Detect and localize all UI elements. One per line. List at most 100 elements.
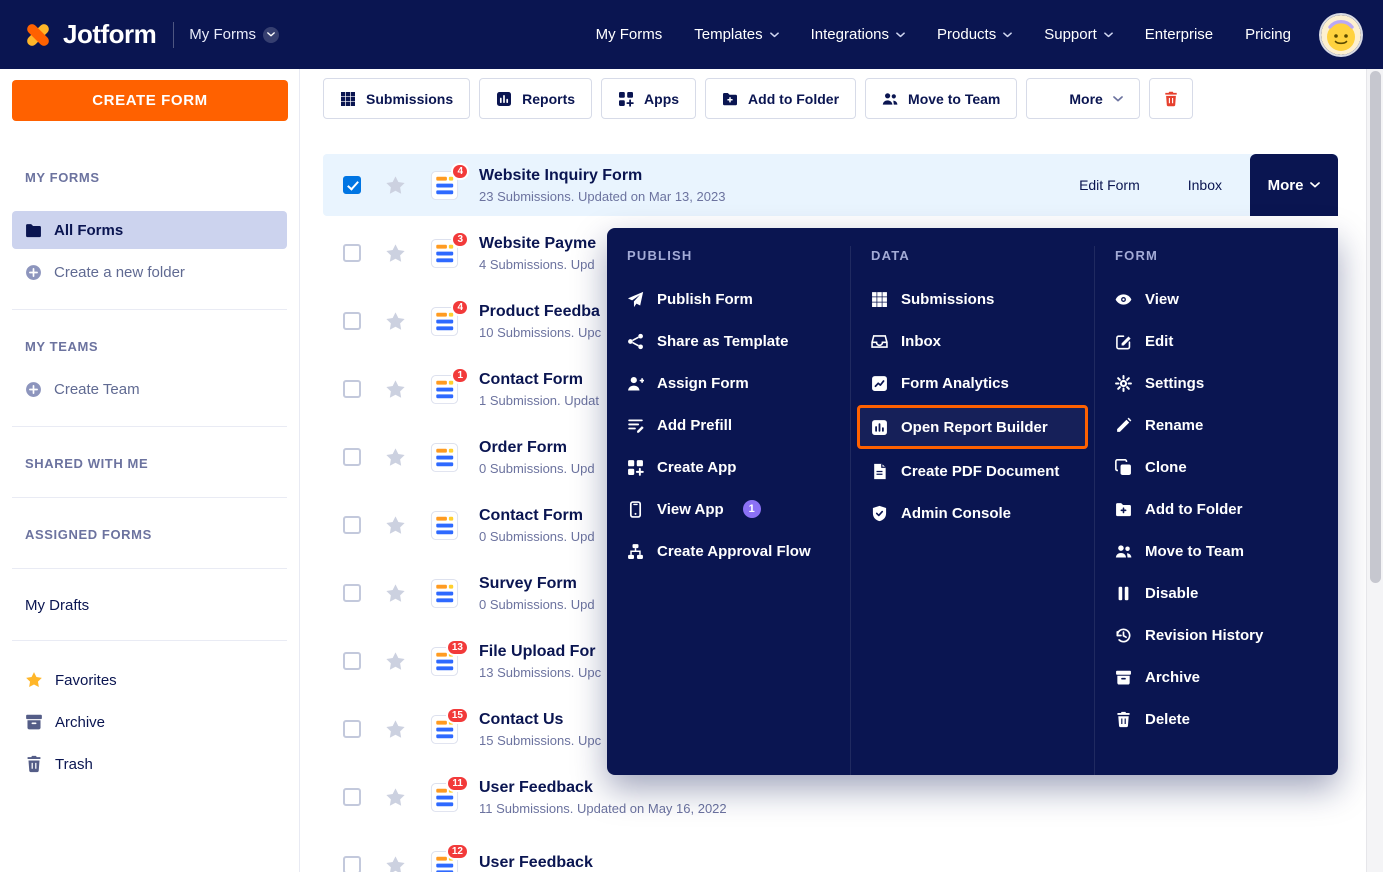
star-icon[interactable] bbox=[385, 855, 406, 872]
edit-form-button[interactable]: Edit Form bbox=[1079, 177, 1140, 193]
sidebar-item-create-folder[interactable]: Create a new folder bbox=[12, 254, 287, 290]
menu-item[interactable]: Delete bbox=[1095, 698, 1338, 740]
menu-header-publish: PUBLISH bbox=[607, 246, 850, 278]
sidebar-item-archive[interactable]: Archive bbox=[0, 708, 299, 736]
star-icon[interactable] bbox=[385, 583, 406, 604]
menu-item[interactable]: Create App bbox=[607, 446, 850, 488]
menu-item[interactable]: Move to Team bbox=[1095, 530, 1338, 572]
form-subtitle: 10 Submissions. Upc bbox=[479, 325, 601, 340]
form-checkbox[interactable] bbox=[343, 652, 361, 670]
form-title[interactable]: Survey Form bbox=[479, 575, 595, 593]
nav-item[interactable]: Products bbox=[937, 26, 1012, 43]
form-title[interactable]: Product Feedba bbox=[479, 303, 601, 321]
nav-item[interactable]: Pricing bbox=[1245, 26, 1291, 43]
form-title[interactable]: File Upload For bbox=[479, 643, 601, 661]
menu-item[interactable]: Create PDF Document bbox=[851, 450, 1094, 492]
star-icon[interactable] bbox=[385, 787, 406, 808]
menu-item[interactable]: Form Analytics bbox=[851, 362, 1094, 404]
form-title[interactable]: User Feedback bbox=[479, 854, 593, 872]
logo-text[interactable]: Jotform bbox=[63, 19, 156, 50]
menu-item[interactable]: Inbox bbox=[851, 320, 1094, 362]
sidebar-item-favorites[interactable]: Favorites bbox=[0, 666, 299, 694]
form-checkbox[interactable] bbox=[343, 448, 361, 466]
star-icon[interactable] bbox=[385, 447, 406, 468]
form-title[interactable]: Website Inquiry Form bbox=[479, 167, 725, 185]
form-row[interactable]: 4 Website Inquiry Form 23 Submissions. U… bbox=[323, 154, 1338, 216]
form-thumbnail-icon bbox=[429, 578, 460, 609]
toolbar-button[interactable]: Reports bbox=[479, 78, 592, 119]
menu-item[interactable]: Add Prefill bbox=[607, 404, 850, 446]
more-button[interactable]: More bbox=[1250, 154, 1338, 216]
form-checkbox[interactable] bbox=[343, 584, 361, 602]
breadcrumb[interactable]: My Forms bbox=[189, 26, 279, 43]
sidebar-item-create-team[interactable]: Create Team bbox=[12, 371, 287, 407]
form-checkbox[interactable] bbox=[343, 312, 361, 330]
toolbar-button[interactable]: Move to Team bbox=[865, 78, 1017, 119]
star-icon[interactable] bbox=[385, 311, 406, 332]
nav-item[interactable]: Enterprise bbox=[1145, 26, 1213, 43]
nav-item[interactable]: My Forms bbox=[596, 26, 663, 43]
menu-item[interactable]: Admin Console bbox=[851, 492, 1094, 534]
form-title[interactable]: Contact Us bbox=[479, 711, 601, 729]
menu-item[interactable]: Clone bbox=[1095, 446, 1338, 488]
star-icon[interactable] bbox=[385, 379, 406, 400]
menu-item[interactable]: Create Approval Flow bbox=[607, 530, 850, 572]
toolbar-button[interactable] bbox=[1149, 78, 1193, 119]
menu-item[interactable]: Submissions bbox=[851, 278, 1094, 320]
toolbar-button[interactable]: Apps bbox=[601, 78, 696, 119]
sidebar-item-trash[interactable]: Trash bbox=[0, 750, 299, 778]
form-checkbox[interactable] bbox=[343, 380, 361, 398]
sidebar-item-my-drafts[interactable]: My Drafts bbox=[25, 597, 299, 614]
form-title[interactable]: Order Form bbox=[479, 439, 595, 457]
menu-item[interactable]: Assign Form bbox=[607, 362, 850, 404]
jotform-logo-icon[interactable] bbox=[22, 19, 54, 51]
menu-item[interactable]: Open Report Builder bbox=[857, 405, 1088, 449]
menu-item[interactable]: Publish Form bbox=[607, 278, 850, 320]
menu-item[interactable]: Disable bbox=[1095, 572, 1338, 614]
create-form-button[interactable]: CREATE FORM bbox=[12, 80, 288, 121]
star-icon[interactable] bbox=[385, 651, 406, 672]
form-checkbox[interactable] bbox=[343, 244, 361, 262]
form-title[interactable]: Contact Form bbox=[479, 371, 599, 389]
menu-item[interactable]: Revision History bbox=[1095, 614, 1338, 656]
toolbar-button[interactable]: More bbox=[1026, 78, 1139, 119]
form-checkbox[interactable] bbox=[343, 516, 361, 534]
star-icon[interactable] bbox=[385, 175, 406, 196]
sidebar-item-assigned-forms[interactable]: ASSIGNED FORMS bbox=[25, 527, 299, 542]
form-row[interactable]: 12 User Feedback bbox=[323, 831, 1338, 872]
form-checkbox[interactable] bbox=[343, 856, 361, 872]
nav-item[interactable]: Support bbox=[1044, 26, 1113, 43]
menu-item[interactable]: View bbox=[1095, 278, 1338, 320]
toolbar-button[interactable]: Add to Folder bbox=[705, 78, 856, 119]
menu-item[interactable]: Rename bbox=[1095, 404, 1338, 446]
menu-item[interactable]: Edit bbox=[1095, 320, 1338, 362]
toolbar-button[interactable]: Submissions bbox=[323, 78, 470, 119]
scrollbar-thumb[interactable] bbox=[1370, 71, 1381, 583]
form-checkbox[interactable] bbox=[343, 176, 361, 194]
menu-item[interactable]: Archive bbox=[1095, 656, 1338, 698]
form-title[interactable]: Contact Form bbox=[479, 507, 595, 525]
menu-column-publish: PUBLISH Publish Form Share as Template A… bbox=[607, 246, 851, 775]
submission-count-badge: 3 bbox=[451, 231, 469, 248]
sidebar-item-shared-with-me[interactable]: SHARED WITH ME bbox=[25, 456, 299, 471]
form-title[interactable]: User Feedback bbox=[479, 779, 727, 797]
nav-item[interactable]: Templates bbox=[694, 26, 778, 43]
form-thumbnail-icon bbox=[429, 510, 460, 541]
menu-item[interactable]: Add to Folder bbox=[1095, 488, 1338, 530]
star-icon[interactable] bbox=[385, 719, 406, 740]
star-icon[interactable] bbox=[385, 243, 406, 264]
plus-circle-icon bbox=[25, 264, 42, 281]
form-checkbox[interactable] bbox=[343, 788, 361, 806]
menu-header-form: FORM bbox=[1095, 246, 1338, 278]
nav-item[interactable]: Integrations bbox=[811, 26, 905, 43]
form-title[interactable]: Website Payme bbox=[479, 235, 596, 253]
inbox-button[interactable]: Inbox bbox=[1188, 177, 1222, 193]
sidebar-item-all-forms[interactable]: All Forms bbox=[12, 211, 287, 249]
menu-item[interactable]: Settings bbox=[1095, 362, 1338, 404]
user-avatar[interactable] bbox=[1321, 15, 1361, 55]
menu-item[interactable]: Share as Template bbox=[607, 320, 850, 362]
star-icon[interactable] bbox=[385, 515, 406, 536]
submission-count-badge: 1 bbox=[451, 367, 469, 384]
menu-item[interactable]: View App 1 bbox=[607, 488, 850, 530]
form-checkbox[interactable] bbox=[343, 720, 361, 738]
